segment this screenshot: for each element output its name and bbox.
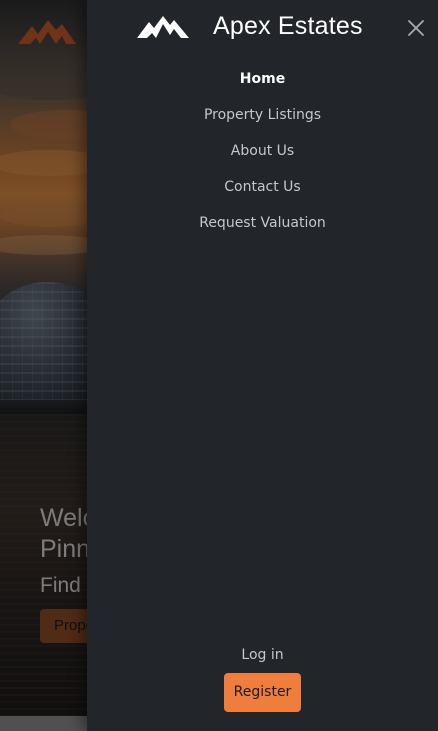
- drawer-header: Apex Estates: [87, 0, 438, 56]
- nav-item-property-listings: Property Listings: [87, 96, 438, 132]
- nav-item-contact-us: Contact Us: [87, 168, 438, 204]
- close-icon[interactable]: [404, 16, 428, 40]
- nav-link-property-listings[interactable]: Property Listings: [204, 107, 321, 123]
- nav-link-contact-us[interactable]: Contact Us: [224, 179, 300, 195]
- brand-logo[interactable]: Apex Estates: [137, 12, 363, 41]
- drawer-footer: Log in Register: [87, 643, 438, 712]
- login-link[interactable]: Log in: [87, 643, 438, 667]
- drawer-nav-list: Home Property Listings About Us Contact …: [87, 60, 438, 240]
- nav-link-about-us[interactable]: About Us: [231, 143, 294, 159]
- brand-name: Apex Estates: [213, 12, 363, 40]
- nav-item-about-us: About Us: [87, 132, 438, 168]
- mountain-peaks-icon: [137, 15, 189, 38]
- nav-item-request-valuation: Request Valuation: [87, 204, 438, 240]
- nav-link-home[interactable]: Home: [240, 71, 285, 87]
- navigation-drawer: Apex Estates Home Property Listings Abou…: [87, 0, 438, 731]
- nav-link-request-valuation[interactable]: Request Valuation: [199, 215, 326, 231]
- register-button[interactable]: Register: [223, 673, 302, 712]
- nav-item-home: Home: [87, 60, 438, 96]
